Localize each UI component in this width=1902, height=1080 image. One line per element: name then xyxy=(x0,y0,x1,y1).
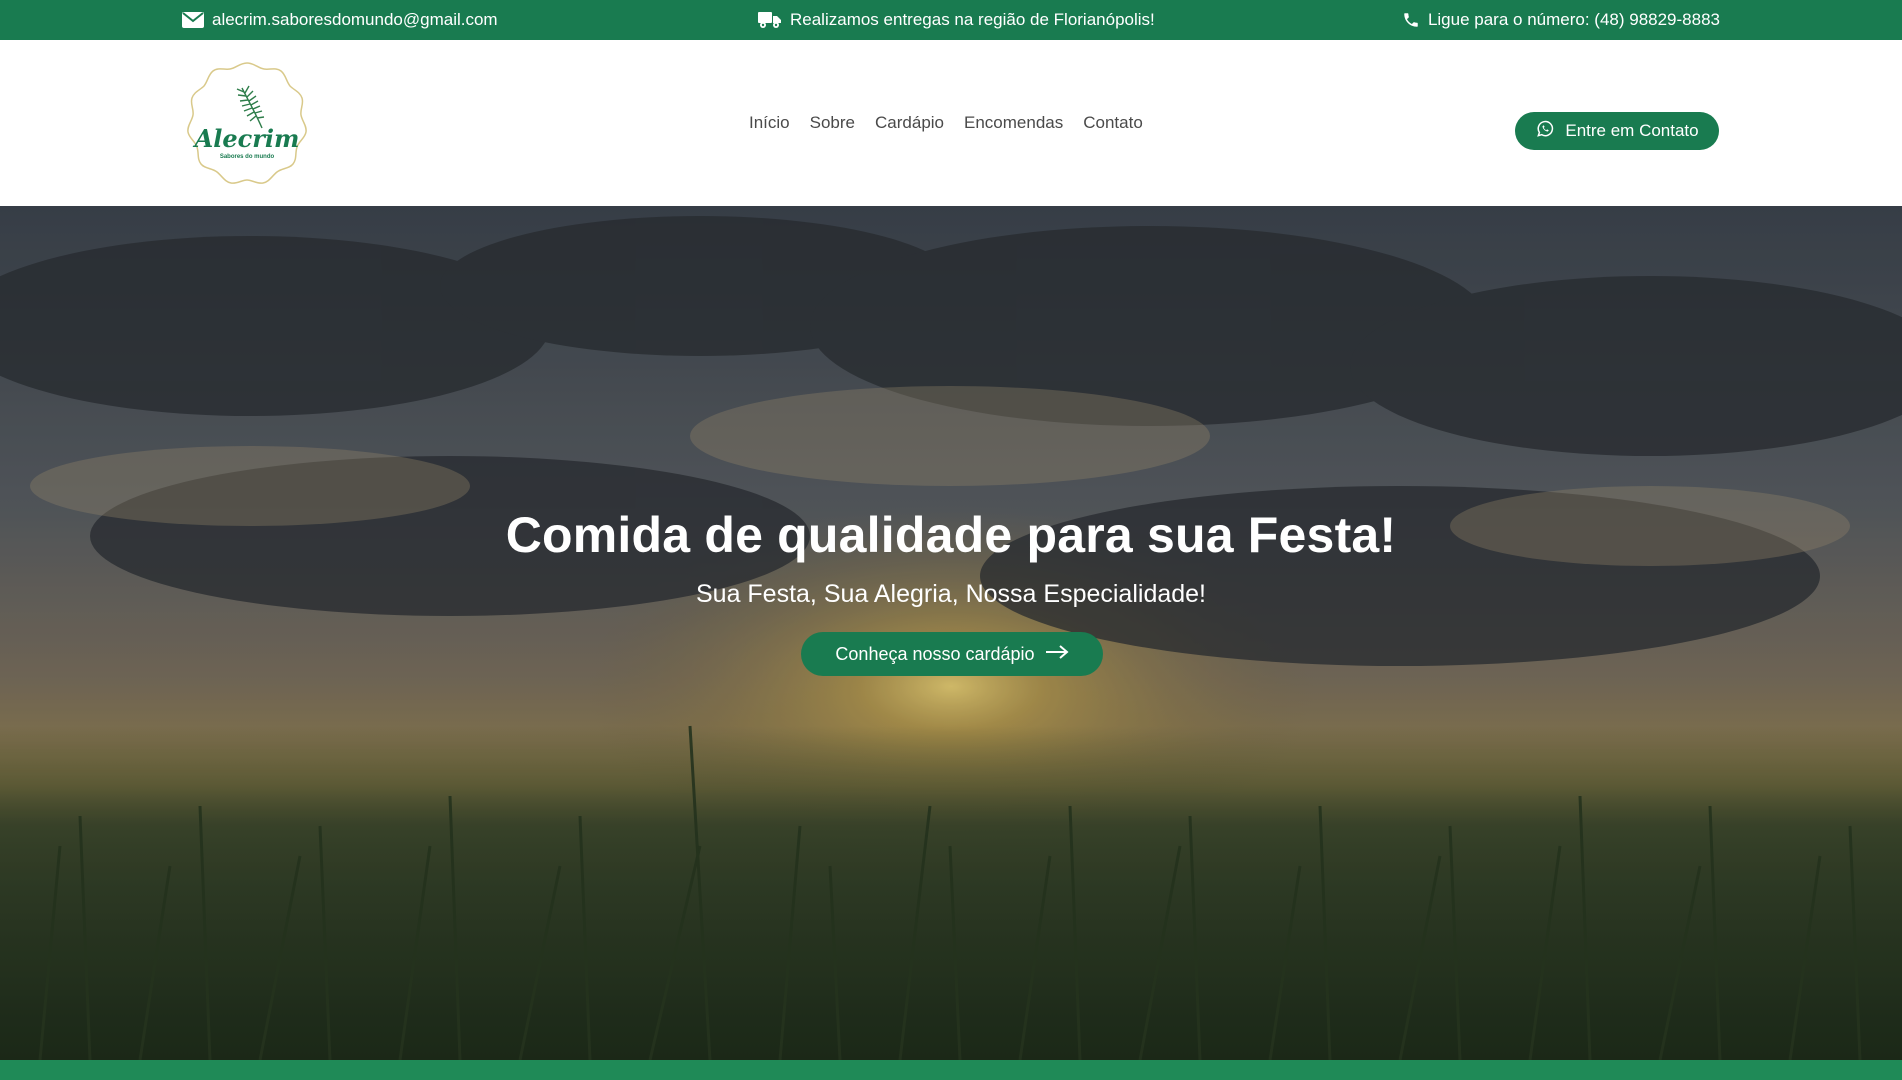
contact-phone[interactable]: Ligue para o número: (48) 98829-8883 xyxy=(1402,0,1720,40)
logo-tagline: Sabores do mundo xyxy=(219,154,275,160)
nav-item-sobre[interactable]: Sobre xyxy=(810,113,855,133)
contact-email[interactable]: alecrim.saboresdomundo@gmail.com xyxy=(182,0,498,40)
logo-name: Alecrim xyxy=(194,124,300,153)
envelope-icon xyxy=(182,12,204,28)
site-header: Alecrim Sabores do mundo Início Sobre Ca… xyxy=(0,40,1902,206)
logo-badge xyxy=(187,62,307,184)
nav-item-inicio[interactable]: Início xyxy=(749,113,790,133)
nav-item-cardapio[interactable]: Cardápio xyxy=(875,113,944,133)
next-section-edge xyxy=(0,1060,1902,1080)
nav-item-contato[interactable]: Contato xyxy=(1083,113,1143,133)
main-navigation: Início Sobre Cardápio Encomendas Contato xyxy=(749,40,1143,206)
contact-button[interactable]: Entre em Contato xyxy=(1515,112,1719,150)
nav-item-encomendas[interactable]: Encomendas xyxy=(964,113,1063,133)
hero-title: Comida de qualidade para sua Festa! xyxy=(505,507,1397,563)
hero-section: Comida de qualidade para sua Festa! Sua … xyxy=(0,206,1902,1060)
menu-button-label: Conheça nosso cardápio xyxy=(835,643,1035,664)
contact-phone-text: Ligue para o número: (48) 98829-8883 xyxy=(1427,10,1720,29)
phone-icon xyxy=(1402,11,1420,29)
menu-button[interactable]: Conheça nosso cardápio xyxy=(801,632,1103,676)
delivery-notice: Realizamos entregas na região de Florian… xyxy=(758,0,1155,40)
hero-subtitle: Sua Festa, Sua Alegria, Nossa Especialid… xyxy=(695,580,1207,608)
whatsapp-icon xyxy=(1535,119,1555,144)
contact-button-label: Entre em Contato xyxy=(1565,121,1699,140)
arrow-right-icon xyxy=(1045,644,1069,665)
delivery-notice-text: Realizamos entregas na região de Florian… xyxy=(790,10,1155,29)
top-info-bar: alecrim.saboresdomundo@gmail.com Realiza… xyxy=(0,0,1902,40)
contact-email-text: alecrim.saboresdomundo@gmail.com xyxy=(212,10,498,29)
hero-content: Comida de qualidade para sua Festa! Sua … xyxy=(0,206,1902,1060)
site-logo[interactable]: Alecrim Sabores do mundo xyxy=(182,58,312,188)
truck-icon xyxy=(758,11,782,29)
